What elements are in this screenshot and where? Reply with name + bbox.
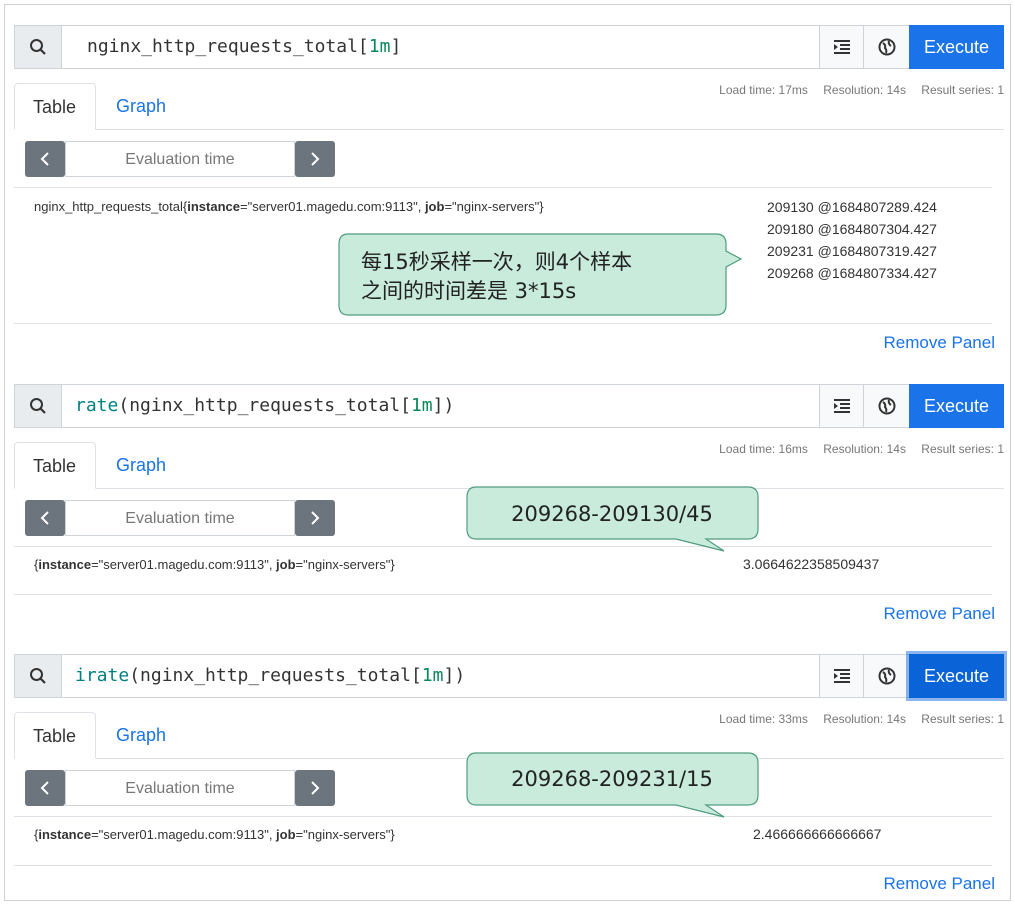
label-value-job: ="nginx-servers"} bbox=[444, 199, 544, 214]
series-label: nginx_http_requests_total{instance="serv… bbox=[34, 199, 544, 214]
label-value-job: ="nginx-servers"} bbox=[295, 557, 395, 572]
annotation-text: 209268-209130/45 bbox=[511, 502, 713, 526]
tab-table[interactable]: Table bbox=[14, 712, 96, 759]
metrics-explorer-icon[interactable] bbox=[863, 655, 910, 697]
chevron-left-icon[interactable] bbox=[25, 500, 65, 536]
label-key-job: job bbox=[276, 827, 296, 842]
execute-button[interactable]: Execute bbox=[909, 384, 1004, 428]
metrics-explorer-icon[interactable] bbox=[863, 385, 910, 427]
resolution: Resolution: 14s bbox=[823, 83, 906, 97]
expression-input-row: irate(nginx_http_requests_total[1m]) Exe… bbox=[14, 654, 1004, 698]
divider bbox=[14, 323, 992, 324]
divider bbox=[14, 594, 992, 595]
expression-input[interactable]: rate(nginx_http_requests_total[1m]) bbox=[75, 385, 454, 427]
evaluation-time-input[interactable]: Evaluation time bbox=[65, 500, 295, 536]
load-time: Load time: 16ms bbox=[719, 442, 808, 456]
annotation-line: 之间的时间差是 3*15s bbox=[361, 279, 577, 303]
result-value: 3.0664622358509437 bbox=[743, 556, 880, 572]
format-expression-icon[interactable] bbox=[819, 26, 864, 68]
result-value: 2.466666666666667 bbox=[753, 826, 882, 842]
label-key-instance: instance bbox=[38, 557, 92, 572]
tab-graph[interactable]: Graph bbox=[98, 83, 184, 129]
metrics-explorer-icon[interactable] bbox=[863, 26, 910, 68]
label-key-instance: instance bbox=[187, 199, 240, 214]
expr-text-end: ]) bbox=[443, 665, 466, 686]
annotation-line: 每15秒采样一次，则4个样本 bbox=[361, 250, 633, 274]
divider bbox=[14, 865, 992, 866]
chevron-right-icon[interactable] bbox=[295, 141, 335, 177]
expr-range: 1m bbox=[410, 395, 433, 416]
tab-graph[interactable]: Graph bbox=[98, 442, 184, 488]
remove-panel-link[interactable]: Remove Panel bbox=[883, 874, 995, 894]
expr-function: irate bbox=[75, 665, 130, 686]
expr-function: rate bbox=[75, 395, 119, 416]
expression-input-row: nginx_http_requests_total[1m] Execute bbox=[14, 25, 1004, 69]
evaluation-time-control: Evaluation time bbox=[25, 141, 337, 177]
sample-values: 209130 @1684807289.424 209180 @168480730… bbox=[767, 196, 937, 284]
expression-input[interactable]: nginx_http_requests_total[1m] bbox=[87, 26, 401, 68]
label-key-instance: instance bbox=[38, 827, 92, 842]
sample-value: 209268 @1684807334.427 bbox=[767, 265, 937, 281]
sample-value: 209231 @1684807319.427 bbox=[767, 243, 937, 259]
remove-panel-link[interactable]: Remove Panel bbox=[883, 604, 995, 624]
query-stats: Load time: 16ms Resolution: 14s Result s… bbox=[707, 442, 1004, 456]
evaluation-time-control: Evaluation time bbox=[25, 770, 337, 806]
expr-range: 1m bbox=[421, 665, 444, 686]
expr-range: 1m bbox=[368, 36, 391, 57]
format-expression-icon[interactable] bbox=[819, 655, 864, 697]
chevron-right-icon[interactable] bbox=[295, 770, 335, 806]
label-value-instance: ="server01.magedu.com:9113", bbox=[91, 827, 277, 842]
tab-table[interactable]: Table bbox=[14, 442, 96, 489]
annotation-text: 每15秒采样一次，则4个样本 之间的时间差是 3*15s bbox=[361, 248, 632, 306]
divider bbox=[14, 187, 992, 188]
sample-value: 209130 @1684807289.424 bbox=[767, 199, 937, 215]
label-key-job: job bbox=[276, 557, 296, 572]
result-series: Result series: 1 bbox=[921, 712, 1004, 726]
format-expression-icon[interactable] bbox=[819, 385, 864, 427]
search-icon[interactable] bbox=[15, 26, 62, 68]
expr-text-end: ] bbox=[390, 36, 402, 57]
tab-graph[interactable]: Graph bbox=[98, 712, 184, 758]
evaluation-time-input[interactable]: Evaluation time bbox=[65, 770, 295, 806]
series-label: {instance="server01.magedu.com:9113", jo… bbox=[34, 557, 395, 572]
expr-text: nginx_http_requests_total[ bbox=[87, 36, 369, 57]
query-stats: Load time: 33ms Resolution: 14s Result s… bbox=[707, 712, 1004, 726]
result-series: Result series: 1 bbox=[921, 83, 1004, 97]
metric-name: nginx_http_requests_total{ bbox=[34, 199, 188, 214]
series-label: {instance="server01.magedu.com:9113", jo… bbox=[34, 827, 395, 842]
chevron-right-icon[interactable] bbox=[295, 500, 335, 536]
expression-input-row: rate(nginx_http_requests_total[1m]) Exec… bbox=[14, 384, 1004, 428]
evaluation-time-input[interactable]: Evaluation time bbox=[65, 141, 295, 177]
remove-panel-link[interactable]: Remove Panel bbox=[883, 333, 995, 353]
search-icon[interactable] bbox=[15, 385, 62, 427]
expr-text: (nginx_http_requests_total[ bbox=[118, 395, 411, 416]
load-time: Load time: 33ms bbox=[719, 712, 808, 726]
resolution: Resolution: 14s bbox=[823, 442, 906, 456]
sample-value: 209180 @1684807304.427 bbox=[767, 221, 937, 237]
expr-text-end: ]) bbox=[432, 395, 455, 416]
search-icon[interactable] bbox=[15, 655, 62, 697]
tab-table[interactable]: Table bbox=[14, 83, 96, 130]
annotation-text: 209268-209231/15 bbox=[511, 767, 713, 791]
chevron-left-icon[interactable] bbox=[25, 770, 65, 806]
label-value-job: ="nginx-servers"} bbox=[295, 827, 395, 842]
chevron-left-icon[interactable] bbox=[25, 141, 65, 177]
label-key-job: job bbox=[424, 199, 445, 214]
query-stats: Load time: 17ms Resolution: 14s Result s… bbox=[707, 83, 1004, 97]
expression-input[interactable]: irate(nginx_http_requests_total[1m]) bbox=[75, 655, 465, 697]
execute-button[interactable]: Execute bbox=[909, 25, 1004, 69]
load-time: Load time: 17ms bbox=[719, 83, 808, 97]
label-value-instance: ="server01.magedu.com:9113", bbox=[239, 199, 425, 214]
resolution: Resolution: 14s bbox=[823, 712, 906, 726]
execute-button[interactable]: Execute bbox=[909, 654, 1004, 698]
expr-text: (nginx_http_requests_total[ bbox=[129, 665, 422, 686]
evaluation-time-control: Evaluation time bbox=[25, 500, 337, 536]
result-series: Result series: 1 bbox=[921, 442, 1004, 456]
label-value-instance: ="server01.magedu.com:9113", bbox=[91, 557, 277, 572]
